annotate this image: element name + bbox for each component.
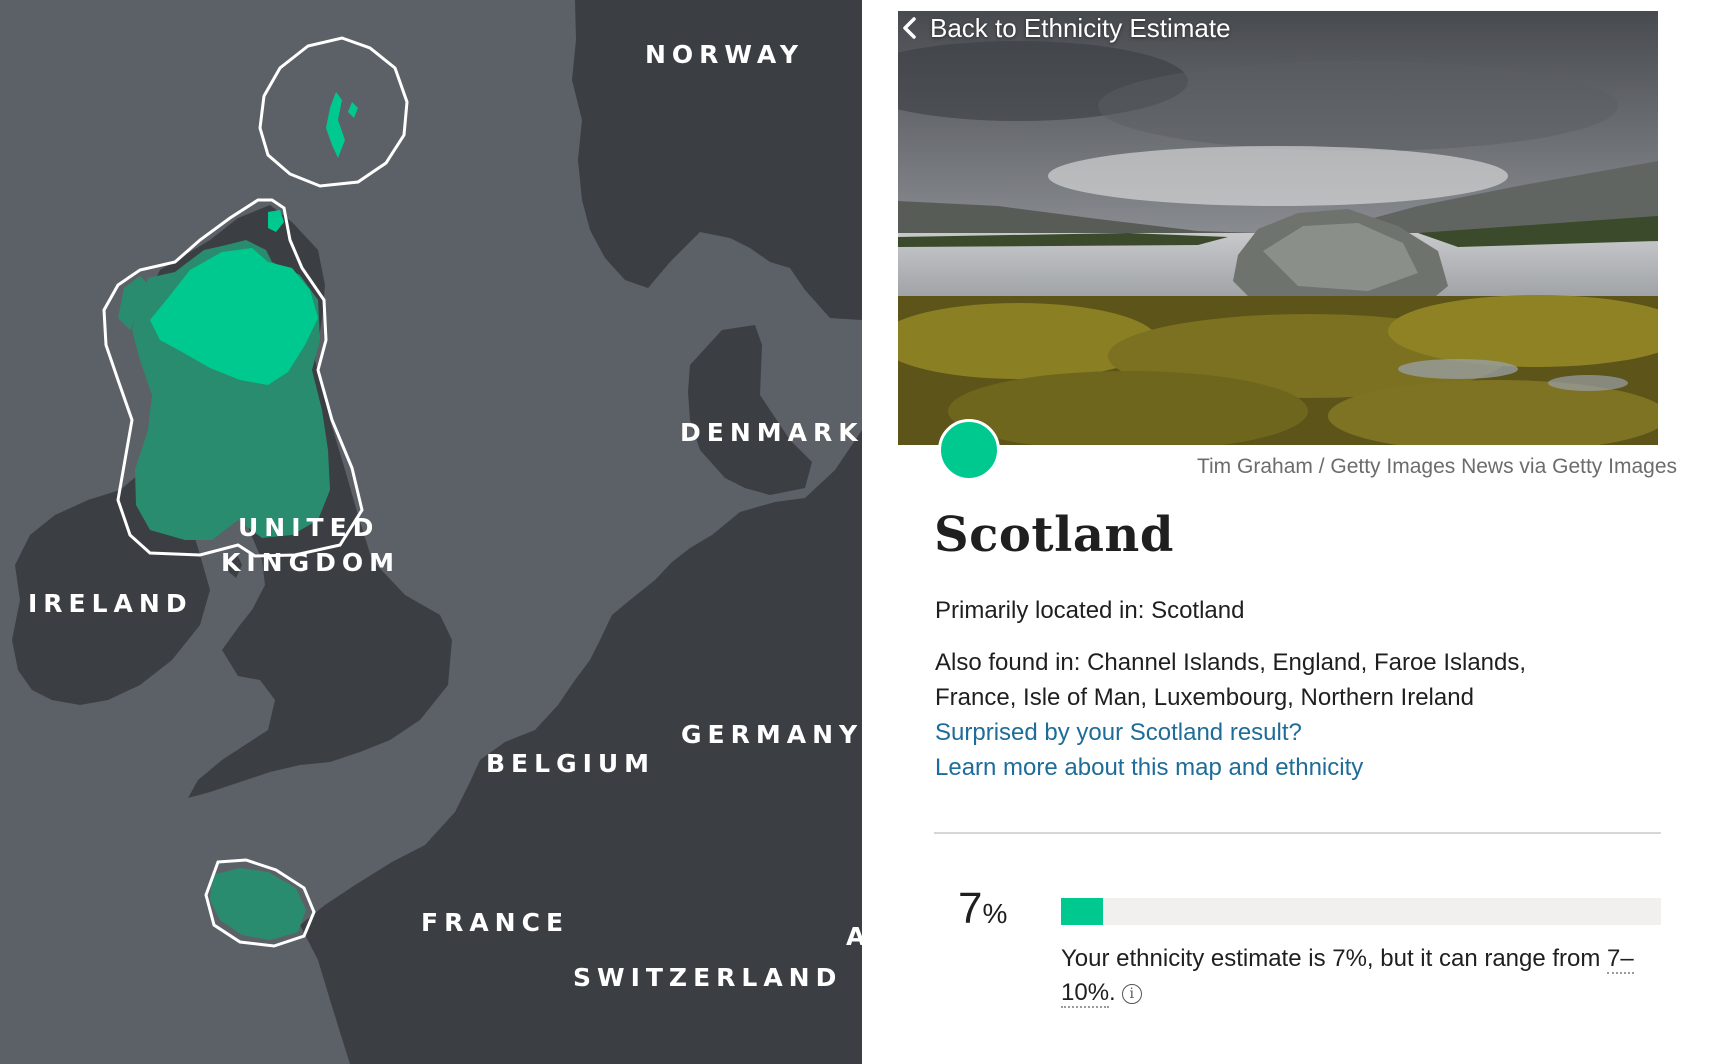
estimate-bar-track (1061, 898, 1661, 925)
map-view[interactable]: NORWAY DENMARK UNITED KINGDOM IRELAND GE… (0, 0, 862, 1064)
map-label-norway: NORWAY (645, 40, 804, 69)
estimate-text-main: Your ethnicity estimate is 7%, but it ca… (1061, 945, 1608, 972)
map-label-germany: GERMANY (681, 720, 862, 749)
estimate-bar-fill (1061, 898, 1103, 925)
map-label-switzerland: SWITZERLAND (573, 963, 843, 992)
estimate-description: Your ethnicity estimate is 7%, but it ca… (1061, 942, 1661, 1010)
loch-landscape-image (898, 11, 1658, 445)
map-label-france: FRANCE (421, 908, 570, 937)
surprised-result-link[interactable]: Surprised by your Scotland result? (935, 715, 1302, 750)
also-found-line-2: France, Isle of Man, Luxembourg, Norther… (935, 684, 1474, 711)
info-icon[interactable]: i (1121, 984, 1142, 1004)
back-link-label: Back to Ethnicity Estimate (930, 12, 1231, 43)
map-label-belgium: BELGIUM (486, 749, 656, 778)
map-label-kingdom: KINGDOM (221, 548, 400, 577)
estimate-percent-number: 7 (958, 884, 983, 933)
back-to-estimate-link[interactable]: Back to Ethnicity Estimate (902, 10, 1231, 46)
also-found-line-1: Also found in: Channel Islands, England,… (935, 649, 1527, 676)
map-label-united: UNITED (238, 513, 380, 542)
estimate-text-end: . (1109, 979, 1116, 1006)
map-canvas[interactable] (0, 0, 862, 1064)
map-label-ireland: IRELAND (28, 589, 193, 618)
region-title: Scotland (934, 507, 1174, 563)
region-detail-panel: Back to Ethnicity Estimate Tim Graham / … (862, 0, 1712, 1064)
chevron-left-icon (903, 17, 916, 39)
photo-credit: Tim Graham / Getty Images News via Getty… (1196, 455, 1677, 478)
region-photo (898, 11, 1658, 445)
map-label-austria-partial: A (846, 922, 862, 951)
primary-location-text: Primarily located in: Scotland (935, 597, 1245, 624)
map-label-denmark: DENMARK (680, 418, 862, 447)
learn-more-link[interactable]: Learn more about this map and ethnicity (935, 750, 1363, 785)
region-color-dot (938, 419, 1000, 481)
section-divider (934, 832, 1661, 834)
estimate-percent-symbol: % (982, 898, 1008, 929)
estimate-percent: 7% (958, 884, 1007, 934)
